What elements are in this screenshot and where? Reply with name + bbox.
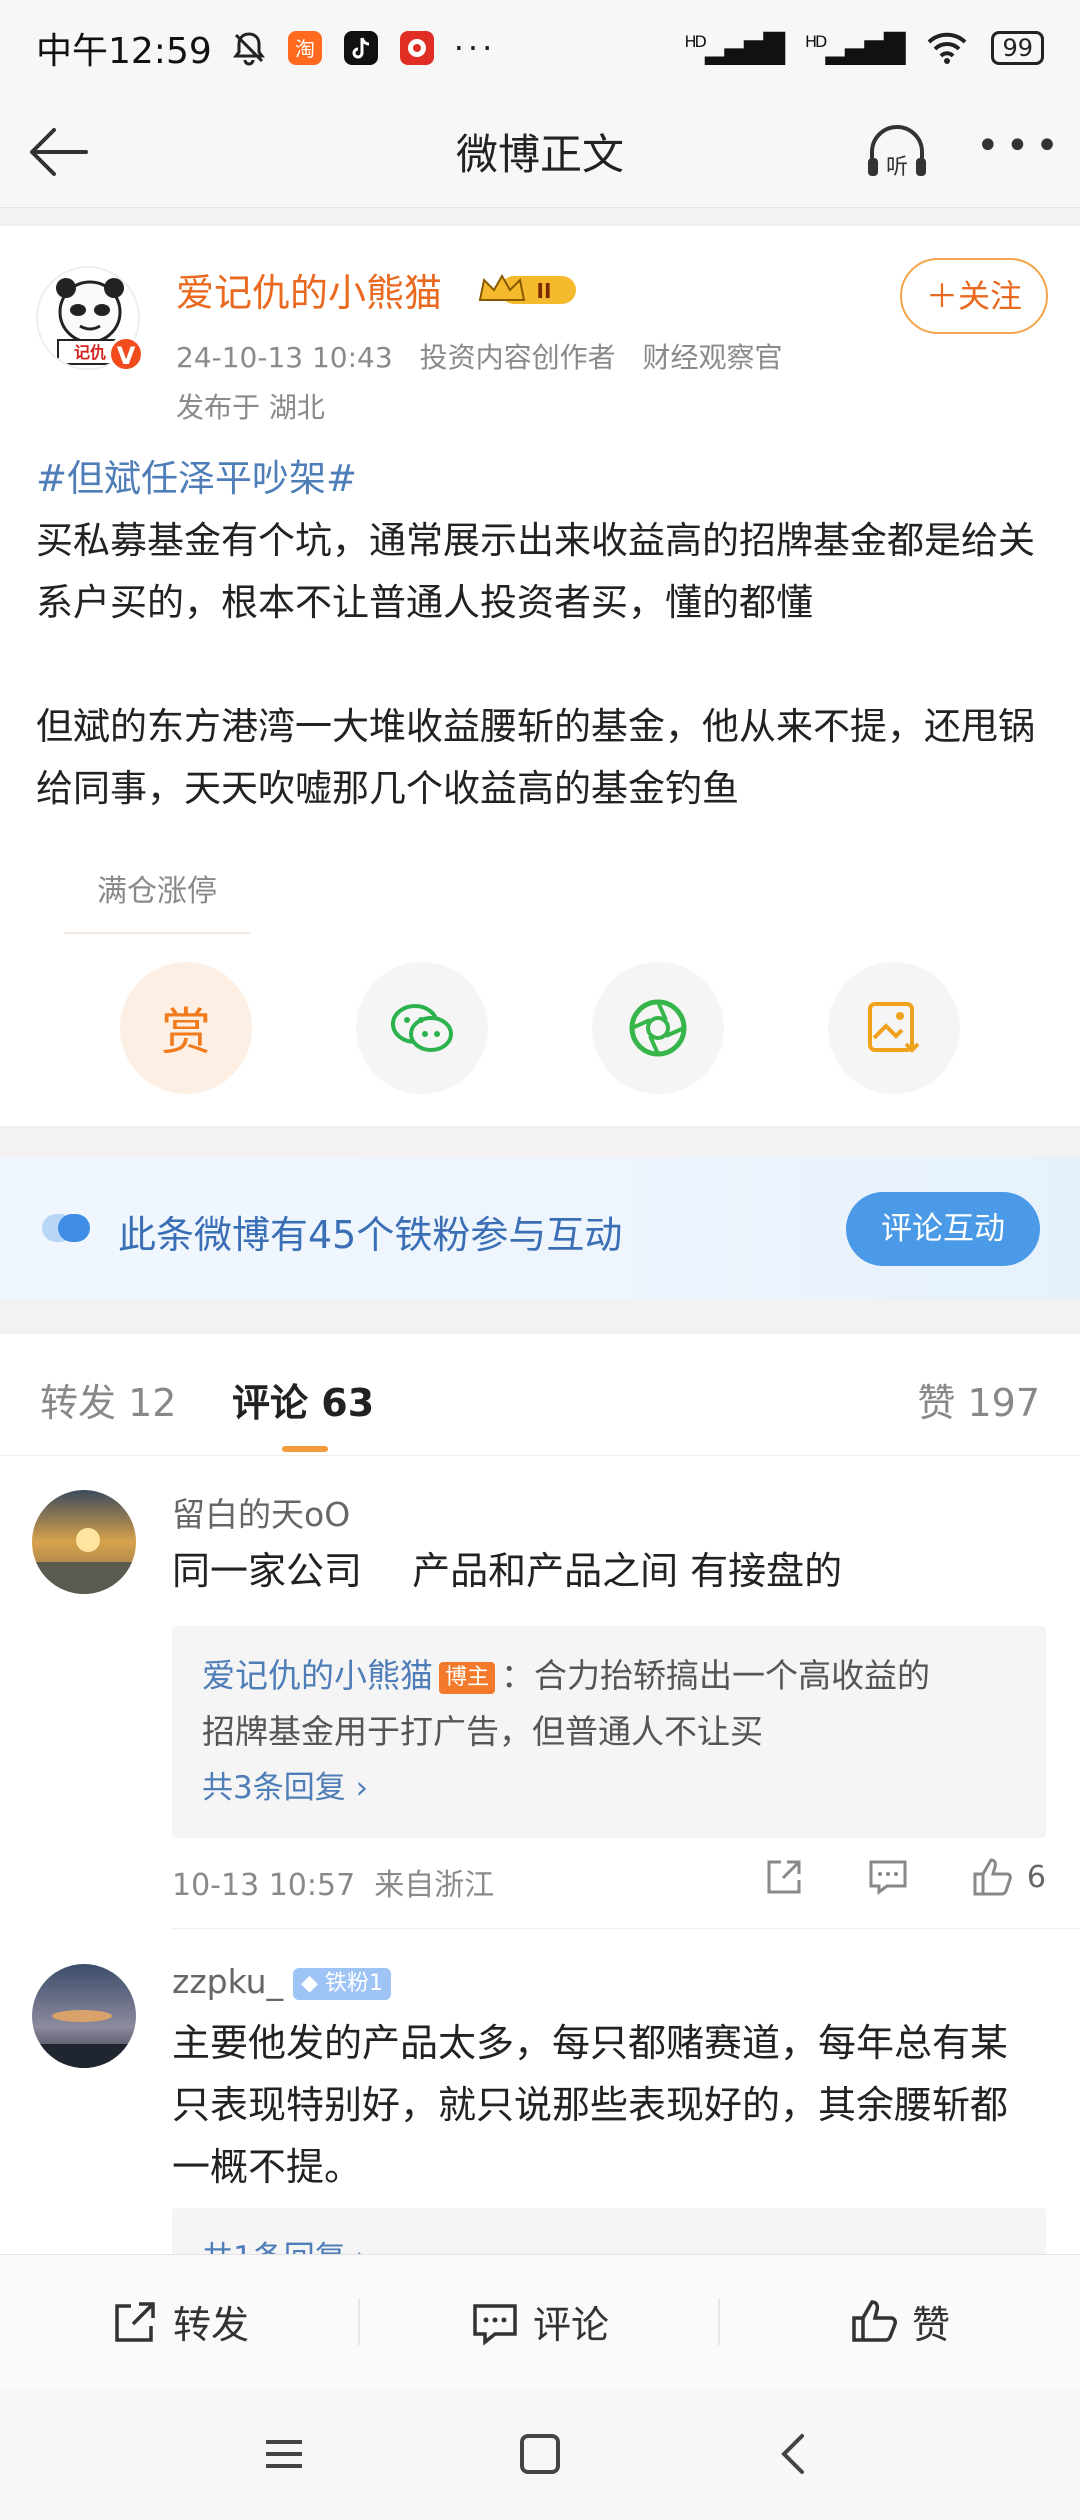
post-location: 发布于 湖北	[176, 391, 325, 424]
system-navigation-bar	[0, 2388, 1080, 2520]
repost-icon	[115, 2301, 155, 2342]
comment-reply-icon[interactable]	[867, 1856, 909, 1898]
reply-preview[interactable]: 爱记仇的小熊猫 博主 ：合力抬轿搞出一个高收益的 招牌基金用于打广告，但普通人不让买…	[172, 1626, 1046, 1838]
repost-label: 转发	[172, 2303, 249, 2347]
tiktok-app-icon	[343, 31, 378, 65]
taobao-app-icon: 淘	[287, 31, 322, 65]
svg-text:II: II	[537, 279, 552, 303]
reply-text-a: ：合力抬轿搞出一个高收益的	[501, 1656, 931, 1695]
post-tag-creator: 投资内容创作者	[419, 341, 616, 374]
comment-text: 同一家公司 产品和产品之间 有接盘的	[172, 1549, 843, 1593]
banner-text: 此条微博有45个铁粉参与互动	[118, 1213, 623, 1257]
comment-interact-button[interactable]: 评论互动	[846, 1192, 1040, 1266]
post-tabs: 转发 12 评论 63 赞 197	[0, 1334, 1080, 1456]
commenter-avatar[interactable]	[32, 1964, 136, 2068]
signal-1-icon: HD▂▄▆█	[684, 31, 784, 65]
verified-v-badge: V	[108, 336, 144, 372]
follow-button[interactable]: ＋关注	[900, 258, 1048, 334]
repost-button[interactable]: 转发	[0, 2255, 360, 2388]
wifi-icon	[928, 32, 967, 64]
host-badge: 博主	[439, 1661, 496, 1694]
view-replies-link[interactable]: 共1条回复 ›	[202, 2230, 1016, 2256]
svg-text:听: 听	[886, 155, 908, 180]
view-replies-link[interactable]: 共3条回复 ›	[202, 1760, 1016, 1816]
like-label: 赞	[911, 2303, 950, 2347]
share-moments-button[interactable]	[592, 962, 724, 1094]
comment-button[interactable]: 评论	[360, 2255, 720, 2388]
tab-likes[interactable]: 赞 197	[917, 1372, 1040, 1427]
iron-fans-banner[interactable]: 此条微博有45个铁粉参与互动 评论互动	[0, 1158, 1080, 1300]
reply-author[interactable]: 爱记仇的小熊猫	[202, 1656, 433, 1695]
comment-list: 留白的天oO 同一家公司 产品和产品之间 有接盘的 爱记仇的小熊猫 博主 ：合力抬轿…	[0, 1456, 1080, 2256]
post-date: 24-10-13 10:43	[176, 341, 393, 374]
status-time: 中午12:59	[36, 31, 212, 72]
post-meta: 24-10-13 10:43 投资内容创作者 财经观察官	[176, 336, 801, 376]
signal-2-icon: HD▂▄▆█	[804, 31, 905, 65]
dusk-avatar-icon	[32, 1964, 136, 2068]
comment-actions: 6	[763, 1856, 1046, 1898]
save-image-icon	[868, 1002, 920, 1053]
comment-repost-icon[interactable]	[763, 1856, 805, 1898]
comment-time: 10-13 10:57	[172, 1868, 356, 1903]
save-image-button[interactable]	[828, 962, 960, 1094]
commenter-name[interactable]: 留白的天oO	[172, 1488, 350, 1536]
commenter-name[interactable]: zzpku_ ◆ 铁粉1	[172, 1962, 392, 2001]
top-nav-bar: 微博正文 听 •••	[0, 96, 1080, 208]
more-options-icon[interactable]: •••	[976, 126, 1059, 178]
commenter-avatar[interactable]	[32, 1490, 136, 1594]
fans-interaction-icon	[42, 1214, 90, 1242]
system-back-icon[interactable]	[768, 2428, 820, 2480]
post-paragraph-2: 但斌的东方港湾一大堆收益腰斩的基金，他从来不提，还甩锅给同事，天天吹嘘那几个收益…	[36, 705, 1035, 810]
active-tab-indicator	[282, 1446, 328, 1452]
topic-hashtag-link[interactable]: #但斌任泽平吵架#	[36, 448, 1046, 510]
reply-text-b: 招牌基金用于打广告，但普通人不让买	[202, 1712, 763, 1751]
reward-tip-label: 满仓涨停	[97, 874, 217, 909]
comment-meta: 10-13 10:57 来自浙江	[172, 1860, 494, 1904]
comment-icon	[473, 2303, 517, 2346]
back-arrow-icon[interactable]	[24, 116, 96, 188]
status-bar: 中午12:59 淘 ··· HD▂▄▆█ HD▂▄▆█ 99	[0, 0, 1080, 96]
sunset-avatar-icon	[32, 1490, 136, 1594]
svg-text:淘: 淘	[295, 37, 315, 61]
mute-bell-icon	[232, 32, 265, 66]
pinduoduo-app-icon	[399, 31, 434, 65]
reward-label: 赏	[161, 1003, 211, 1061]
post-tag-observer: 财经观察官	[642, 341, 783, 374]
wechat-icon	[391, 1004, 453, 1052]
post-paragraph-1: 买私募基金有个坑，通常展示出来收益高的招牌基金都是给关系户买的，根本不让普通人投…	[36, 519, 1035, 624]
post-author-name[interactable]: 爱记仇的小熊猫	[176, 262, 442, 317]
vip-crown-badge-icon: II	[478, 273, 576, 304]
listen-headphones-icon[interactable]: 听	[862, 120, 932, 184]
reply-preview[interactable]: 共1条回复 ›	[172, 2208, 1046, 2256]
tab-repost[interactable]: 转发 12	[40, 1372, 176, 1427]
battery-indicator: 99	[991, 31, 1044, 65]
like-button[interactable]: 赞	[720, 2255, 1080, 2388]
post-card: 记仇 V 爱记仇的小熊猫 II 24-10-13 10:43 投资内容创作者 财…	[0, 226, 1080, 1126]
comment-text: 主要他发的产品太多，每只都赌赛道，每年总有某只表现特别好，就只说那些表现好的，其…	[172, 2021, 1009, 2189]
post-content: #但斌任泽平吵架# 买私募基金有个坑，通常展示出来收益高的招牌基金都是给关系户买…	[36, 448, 1046, 820]
comment-like-count: 6	[1026, 1859, 1046, 1895]
bottom-action-bar: 转发 评论 赞	[0, 2254, 1080, 2388]
svg-text:记仇: 记仇	[74, 343, 106, 362]
comment-like-icon[interactable]	[971, 1856, 1015, 1898]
more-notifications-icon: ···	[453, 29, 497, 67]
home-square-icon[interactable]	[514, 2428, 566, 2480]
recent-apps-menu-icon[interactable]	[258, 2428, 310, 2480]
reward-button[interactable]: 赏	[120, 962, 252, 1094]
share-wechat-button[interactable]	[356, 962, 488, 1094]
tab-comments[interactable]: 评论 63	[232, 1372, 374, 1427]
iron-fan-badge: ◆ 铁粉1	[293, 1967, 392, 2000]
comment-from: 来自浙江	[374, 1868, 495, 1903]
like-thumb-icon	[852, 2299, 897, 2342]
moments-aperture-icon	[629, 999, 687, 1057]
comment-label: 评论	[532, 2303, 609, 2347]
